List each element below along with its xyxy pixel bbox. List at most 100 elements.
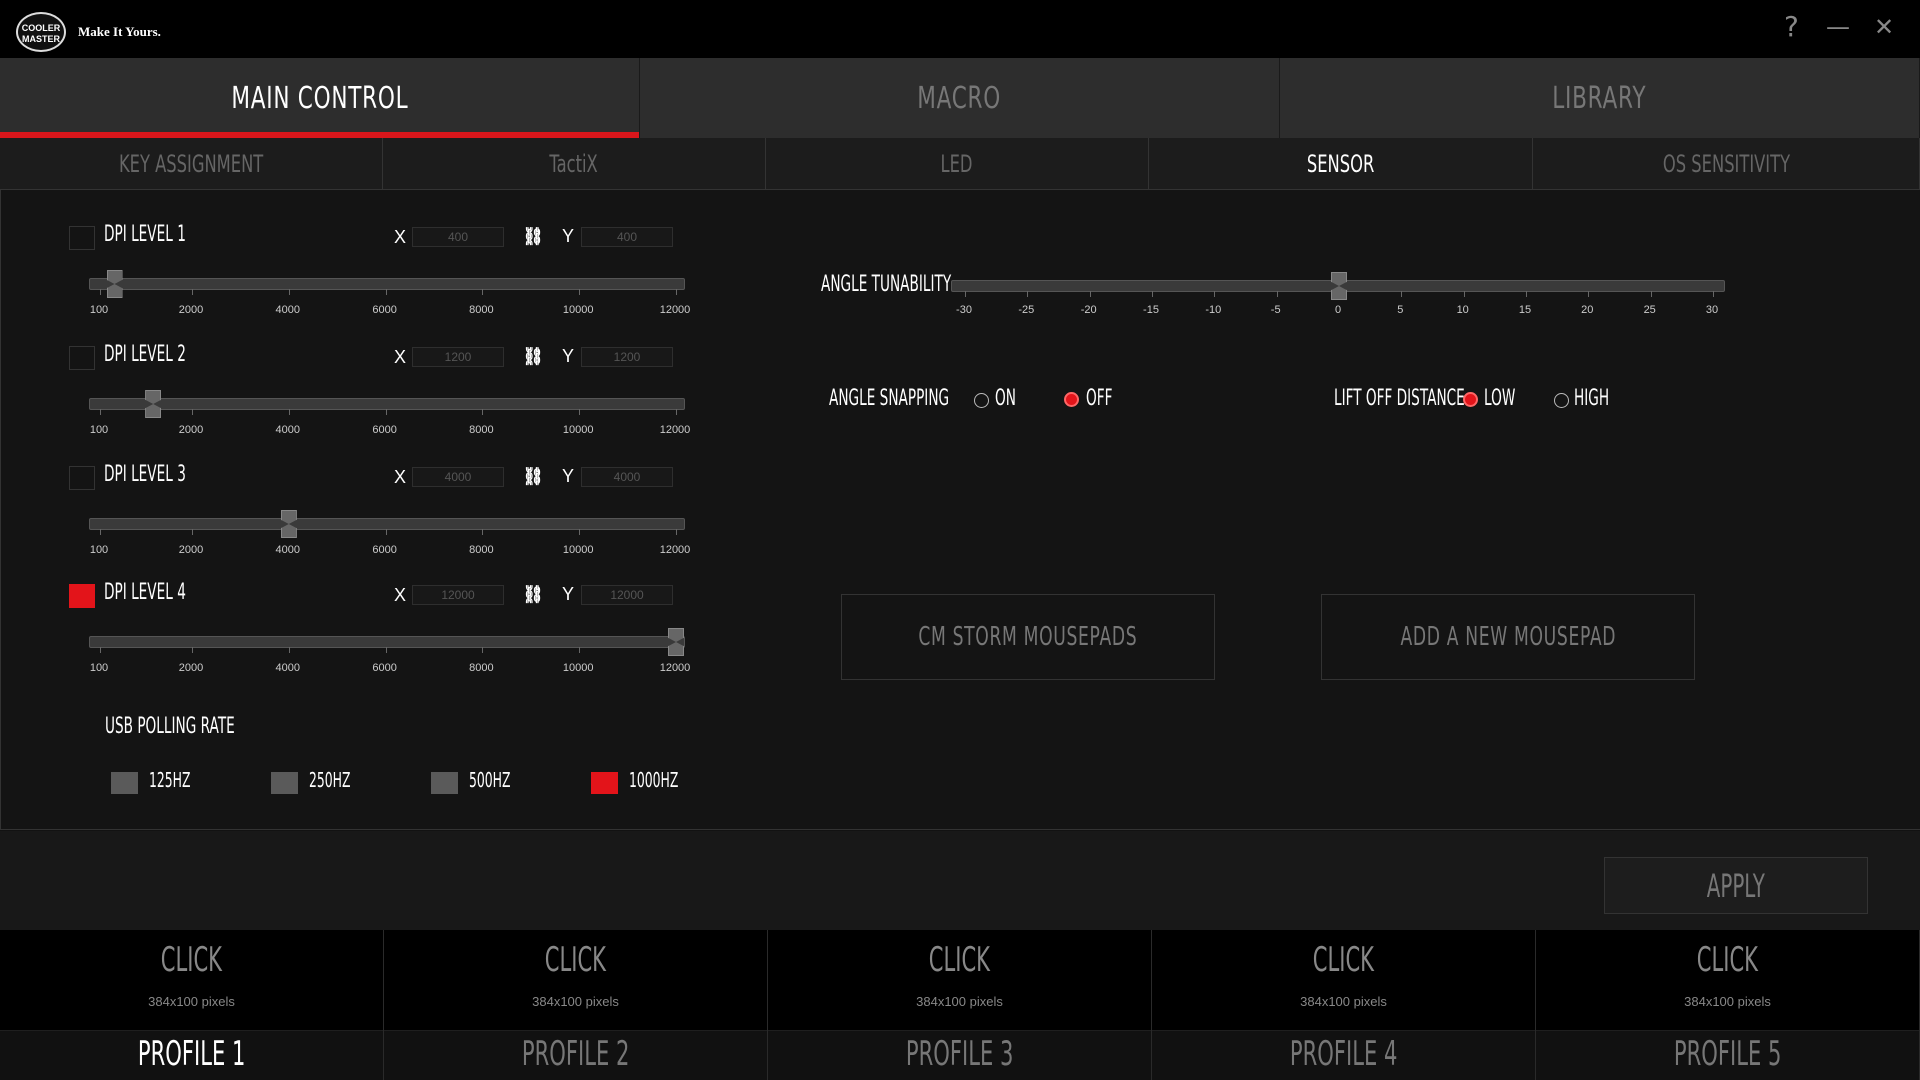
dpi-tick-label: 10000 [562,424,594,436]
add-mousepad-button[interactable]: ADD A NEW MOUSEPAD [1321,594,1695,680]
polling-rate-checkbox[interactable] [111,772,138,794]
dpi-y-field[interactable]: 1200 [581,347,673,367]
dpi-tick [676,289,677,295]
button-label: APPLY [1706,866,1766,905]
tab-library[interactable]: LIBRARY [1280,58,1920,138]
angle-snapping-on-radio[interactable] [974,393,989,408]
dpi-level-checkbox[interactable] [69,226,95,250]
link-xy-icon[interactable]: ⛓ [518,585,548,605]
link-xy-icon[interactable]: ⛓ [518,347,548,367]
dpi-tick-label: 8000 [469,662,494,674]
tab-macro[interactable]: MACRO [640,58,1280,138]
dpi-x-field[interactable]: 1200 [412,347,504,367]
dpi-x-field[interactable]: 12000 [412,585,504,605]
angle-slider-thumb[interactable] [1331,272,1347,300]
subtab-label: OS SENSITIVITY [1662,150,1790,178]
polling-rate-checkbox[interactable] [591,772,618,794]
dpi-tick [482,529,484,535]
subtab-sensor[interactable]: SENSOR [1149,138,1533,190]
dpi-slider[interactable] [89,270,685,298]
subtab-label: KEY ASSIGNMENT [118,150,264,178]
dpi-tick [579,647,581,653]
subtab-label: LED [941,150,973,178]
profile-3[interactable]: CLICK 384x100 pixels PROFILE 3 [768,930,1152,1080]
profile-name-label: PROFILE 1 [137,1034,246,1074]
minimize-icon[interactable]: — [1826,12,1850,42]
profile-name-label: PROFILE 3 [905,1034,1014,1074]
angle-tick-label: -20 [1080,304,1097,316]
sensor-panel: DPI LEVEL 1 X 400 ⛓ Y 400 100 2000 4000 6000 8000 1… [0,190,1920,830]
angle-snapping-off-radio[interactable] [1064,392,1079,407]
x-axis-label: X [394,227,407,247]
close-icon[interactable]: ✕ [1874,12,1894,42]
dpi-tick-label: 12000 [659,544,691,556]
dpi-tick [100,529,101,535]
profile-1[interactable]: CLICK 384x100 pixels PROFILE 1 [0,930,384,1080]
dpi-tick-label: 12000 [659,662,691,674]
link-xy-icon[interactable]: ⛓ [518,467,548,487]
dpi-y-field[interactable]: 12000 [581,585,673,605]
dpi-tick-label: 4000 [275,544,301,556]
dpi-level-checkbox[interactable] [69,466,95,490]
dpi-tick-label: 10000 [562,304,594,316]
profile-name: PROFILE 4 [1152,1034,1535,1074]
dpi-level-checkbox[interactable] [69,346,95,370]
profile-5[interactable]: CLICK 384x100 pixels PROFILE 5 [1536,930,1920,1080]
profile-4[interactable]: CLICK 384x100 pixels PROFILE 4 [1152,930,1536,1080]
angle-snapping-off-label: OFF [1086,386,1113,411]
lift-off-low-radio[interactable] [1463,392,1478,407]
dpi-tick-label: 4000 [275,662,301,674]
dpi-slider-thumb[interactable] [106,270,123,298]
dpi-tick-label: 2000 [178,544,204,556]
dpi-level-checkbox[interactable] [69,584,95,608]
angle-tick [1713,291,1714,297]
polling-rate-checkbox[interactable] [271,772,298,794]
subtab-led[interactable]: LED [766,138,1149,190]
dpi-x-field[interactable]: 4000 [412,467,504,487]
dpi-tick-label: 100 [89,304,109,316]
tab-label: MACRO [917,80,1002,116]
dpi-level-label: DPI LEVEL 3 [104,462,186,487]
angle-tick [1526,291,1527,297]
subtab-key-assignment[interactable]: KEY ASSIGNMENT [0,138,383,190]
profile-name: PROFILE 5 [1536,1034,1919,1074]
polling-rate-checkbox[interactable] [431,772,458,794]
dpi-level-label: DPI LEVEL 2 [104,342,186,367]
dpi-slider-thumb[interactable] [145,390,162,418]
y-axis-label: Y [562,584,575,604]
dpi-y-field[interactable]: 400 [581,227,673,247]
profile-name: PROFILE 2 [384,1034,767,1074]
tab-label: LIBRARY [1552,80,1647,116]
profile-pixels-label: 384x100 pixels [532,994,619,1009]
link-xy-icon[interactable]: ⛓ [518,227,548,247]
profile-click-label: CLICK [544,940,607,980]
lift-off-high-radio[interactable] [1554,393,1569,408]
dpi-tick [676,529,677,535]
profile-image-placeholder: CLICK [768,940,1151,980]
dpi-tick-label: 6000 [372,544,397,556]
dpi-y-field[interactable]: 4000 [581,467,673,487]
cm-storm-mousepads-button[interactable]: CM STORM MOUSEPADS [841,594,1215,680]
help-icon[interactable]: ? [1784,12,1799,42]
tab-main-control[interactable]: MAIN CONTROL [0,58,640,138]
dpi-slider[interactable] [89,510,685,538]
logo-line-2: MASTER [22,34,60,44]
profile-pixels-label: 384x100 pixels [1684,994,1771,1009]
dpi-tick-label: 4000 [275,424,301,436]
dpi-x-field[interactable]: 400 [412,227,504,247]
subtab-os-sensitivity[interactable]: OS SENSITIVITY [1533,138,1920,190]
profile-bar: CLICK 384x100 pixels PROFILE 1 CLICK 384x100… [0,930,1920,1080]
dpi-slider[interactable] [89,628,685,656]
button-label: CM STORM MOUSEPADS [918,622,1138,652]
tab-label: MAIN CONTROL [231,80,408,116]
angle-tunability-slider[interactable] [951,272,1725,300]
angle-tick-label: -25 [1018,304,1035,316]
angle-tick [965,291,966,297]
dpi-slider[interactable] [89,390,685,418]
subtab-tactix[interactable]: TactiX [383,138,766,190]
angle-tick [1650,291,1652,297]
dpi-tick-label: 2000 [178,424,204,436]
dpi-tick-label: 8000 [469,544,494,556]
apply-button[interactable]: APPLY [1604,857,1868,914]
profile-2[interactable]: CLICK 384x100 pixels PROFILE 2 [384,930,768,1080]
